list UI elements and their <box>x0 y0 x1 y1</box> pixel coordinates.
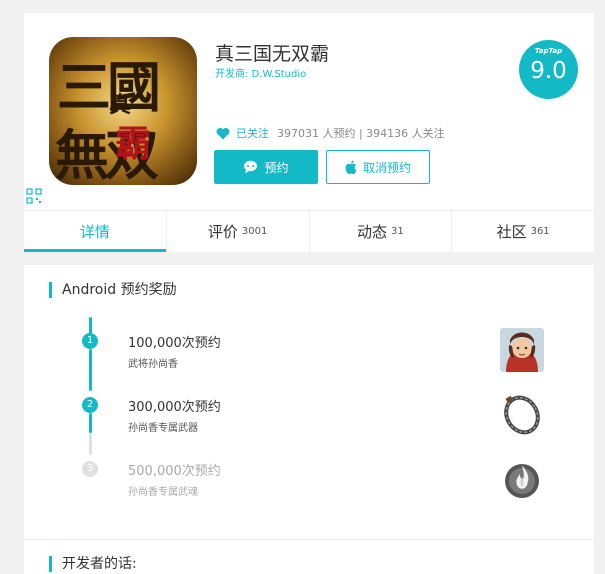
tab-updates[interactable]: 动态 31 <box>310 211 453 252</box>
timeline-line <box>89 349 92 391</box>
step-title: 100,000次预约 <box>128 336 221 351</box>
cancel-reserve-button[interactable]: 取消预约 <box>326 150 430 184</box>
score-value: 9.0 <box>530 58 567 84</box>
step-number-badge: 2 <box>82 397 98 413</box>
tab-details[interactable]: 详情 <box>24 211 167 252</box>
qr-code-icon[interactable] <box>26 188 42 204</box>
step-title: 300,000次预约 <box>128 400 221 415</box>
app-icon: 三國 真 無双 霸 <box>49 37 197 185</box>
tab-count: 31 <box>391 226 404 237</box>
tab-label: 评价 <box>207 223 238 241</box>
tab-label: 动态 <box>357 223 388 241</box>
tab-count: 361 <box>530 226 550 237</box>
chat-bubble-icon <box>244 160 258 174</box>
tab-label: 详情 <box>79 223 110 241</box>
app-title: 真三国无双霸 <box>215 43 330 65</box>
section-divider <box>24 539 594 540</box>
developer-link[interactable]: 开发商: D.W.Studio <box>215 65 306 80</box>
followed-label[interactable]: 已关注 <box>236 125 269 141</box>
portrait-icon <box>500 328 544 372</box>
timeline-line <box>89 317 92 334</box>
step-title: 500,000次预约 <box>128 464 221 479</box>
tab-reviews[interactable]: 评价 3001 <box>167 211 310 252</box>
step-subtitle: 孙尚香专属武器 <box>128 423 198 434</box>
score-brand: TapTap <box>534 47 563 55</box>
tab-label: 社区 <box>496 223 527 241</box>
timeline-line <box>89 413 92 433</box>
stats-row: 已关注 397031 人预约 | 394136 人关注 <box>216 125 445 141</box>
app-icon-glyph-accent: 霸 <box>115 123 152 165</box>
step-number-badge: 3 <box>82 461 98 477</box>
reserve-button[interactable]: 预约 <box>214 150 318 184</box>
tab-bar: 详情 评价 3001 动态 31 社区 361 <box>24 210 594 252</box>
timeline-line <box>89 433 92 455</box>
cancel-reserve-label: 取消预约 <box>362 160 411 175</box>
developer-notes-title: 开发者的话: <box>49 556 137 572</box>
details-card: Android 预约奖励 1 100,000次预约 武将孙尚香 2 300,00… <box>24 265 594 574</box>
score-badge: TapTap 9.0 <box>519 40 578 99</box>
heart-icon[interactable] <box>216 127 230 140</box>
step-subtitle: 武将孙尚香 <box>128 359 178 370</box>
developer-name[interactable]: D.W.Studio <box>252 69 307 80</box>
ring-weapon-icon <box>504 395 540 435</box>
tab-count: 3001 <box>241 226 268 237</box>
stats-text: 397031 人预约 | 394136 人关注 <box>277 127 445 140</box>
step-subtitle: 孙尚香专属武魂 <box>128 487 198 498</box>
flame-soul-icon <box>505 464 539 498</box>
rewards-section-title: Android 预约奖励 <box>49 282 177 298</box>
tab-community[interactable]: 社区 361 <box>452 211 594 252</box>
developer-label: 开发商: <box>215 69 252 80</box>
apple-icon <box>345 160 357 174</box>
reserve-button-label: 预约 <box>264 160 289 175</box>
step-number-badge: 1 <box>82 333 98 349</box>
app-header-card: 三國 真 無双 霸 真三国无双霸 开发商: D.W.Studio TapTap … <box>24 13 594 252</box>
